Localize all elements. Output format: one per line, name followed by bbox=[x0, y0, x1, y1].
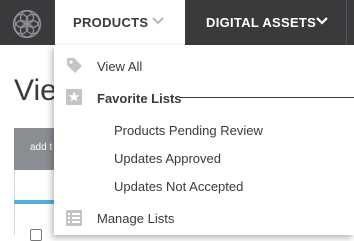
table-empty-area bbox=[14, 170, 59, 200]
chevron-down-icon bbox=[152, 17, 164, 25]
top-nav-bar: PRODUCTS DIGITAL ASSETS bbox=[0, 0, 354, 45]
nav-products-label: PRODUCTS bbox=[73, 15, 149, 30]
table-header: add t bbox=[14, 128, 59, 170]
row-checkbox[interactable] bbox=[30, 229, 42, 241]
menu-item-view-all[interactable]: View All bbox=[97, 59, 142, 74]
list-icon bbox=[66, 210, 82, 226]
menu-item-manage-lists[interactable]: Manage Lists bbox=[97, 211, 174, 226]
nav-digital-assets-label: DIGITAL ASSETS bbox=[206, 15, 317, 30]
nav-divider bbox=[346, 0, 347, 45]
nav-products[interactable]: PRODUCTS bbox=[55, 0, 185, 45]
favorite-list-item[interactable]: Updates Not Accepted bbox=[114, 179, 243, 194]
flower-logo-icon[interactable] bbox=[12, 9, 42, 39]
page-title: Vie bbox=[14, 74, 57, 107]
star-list-icon bbox=[66, 89, 82, 105]
favorite-lists-divider bbox=[180, 97, 354, 98]
favorite-lists-heading: Favorite Lists bbox=[97, 91, 182, 106]
products-dropdown-menu: View All Favorite Lists Products Pending… bbox=[54, 45, 354, 235]
table-header-label[interactable]: add t bbox=[30, 142, 52, 153]
tag-icon bbox=[67, 58, 82, 73]
favorite-list-item[interactable]: Products Pending Review bbox=[114, 123, 263, 138]
favorite-list-item[interactable]: Updates Approved bbox=[114, 151, 221, 166]
chevron-down-icon bbox=[316, 17, 328, 25]
